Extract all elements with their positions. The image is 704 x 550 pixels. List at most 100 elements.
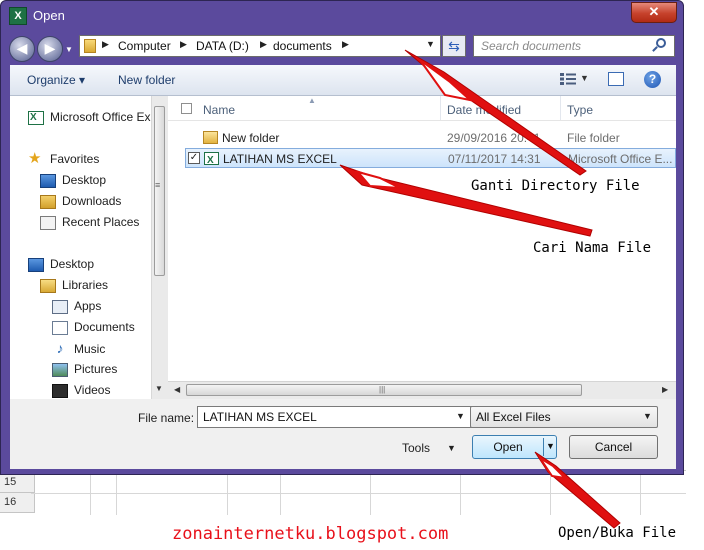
- search-icon-handle: [652, 46, 658, 52]
- annotation-open-file: Open/Buka File: [558, 525, 677, 541]
- videos-icon: [52, 383, 68, 398]
- breadcrumb-arrow-icon[interactable]: ▶: [342, 39, 349, 50]
- row-checkbox[interactable]: ✓: [188, 152, 200, 164]
- file-row[interactable]: New folder 29/09/2016 20:41 File folder: [185, 128, 676, 148]
- nav-item-favorites[interactable]: ★ Favorites: [28, 149, 99, 169]
- nav-item-label: Desktop: [50, 257, 95, 271]
- pictures-icon: [52, 362, 68, 377]
- tools-button[interactable]: Tools: [402, 441, 430, 455]
- nav-item-documents[interactable]: Documents: [52, 317, 135, 337]
- column-divider[interactable]: [440, 96, 441, 120]
- nav-item-label: Favorites: [50, 152, 100, 166]
- breadcrumb-computer[interactable]: Computer: [118, 39, 171, 53]
- nav-item-pictures[interactable]: Pictures: [52, 359, 117, 379]
- search-input[interactable]: Search documents: [473, 35, 675, 57]
- row-header-16[interactable]: 16: [0, 493, 35, 513]
- file-name: LATIHAN MS EXCEL: [223, 152, 337, 166]
- open-button[interactable]: Open ▼: [472, 435, 557, 459]
- nav-item-music[interactable]: ♪ Music: [52, 338, 106, 358]
- nav-pane-scrollbar[interactable]: ≡ ▼: [151, 96, 168, 399]
- cancel-button[interactable]: Cancel: [569, 435, 658, 459]
- preview-pane-icon[interactable]: [608, 72, 624, 86]
- excel-icon: [28, 110, 44, 125]
- breadcrumb-arrow-icon[interactable]: ▶: [102, 39, 109, 50]
- nav-item-libraries[interactable]: Libraries: [40, 275, 108, 295]
- nav-item-recent-places[interactable]: Recent Places: [40, 212, 139, 232]
- open-split-divider: [543, 438, 544, 456]
- excel-app-icon: X: [9, 7, 27, 25]
- column-name[interactable]: Name: [203, 103, 235, 117]
- sort-arrow-icon: ▲: [308, 96, 316, 105]
- open-options-dropdown-icon[interactable]: ▼: [546, 441, 555, 451]
- file-row-selected[interactable]: ✓ LATIHAN MS EXCEL 07/11/2017 14:31 Micr…: [185, 148, 676, 171]
- nav-item-label: Videos: [74, 383, 111, 397]
- file-type-filter-select[interactable]: All Excel Files ▼: [470, 406, 658, 428]
- nav-item-desktop-root[interactable]: Desktop: [28, 254, 94, 274]
- excel-sheet-grid: 15 16: [0, 470, 686, 515]
- column-type[interactable]: Type: [567, 103, 593, 117]
- close-button[interactable]: ✕: [631, 2, 677, 23]
- nav-item-apps[interactable]: Apps: [52, 296, 101, 316]
- help-icon[interactable]: ?: [644, 71, 661, 88]
- organize-button[interactable]: Organize ▾: [27, 73, 85, 87]
- new-folder-button[interactable]: New folder: [118, 73, 175, 87]
- nav-item-desktop[interactable]: Desktop: [40, 170, 106, 190]
- hscroll-thumb[interactable]: |||: [186, 384, 582, 396]
- nav-item-downloads[interactable]: Downloads: [40, 191, 121, 211]
- music-icon: ♪: [56, 340, 64, 356]
- views-dropdown-icon[interactable]: ▼: [580, 73, 589, 83]
- row-header-15[interactable]: 15: [0, 473, 35, 493]
- scroll-left-arrow-icon[interactable]: ◀: [174, 385, 180, 394]
- file-list-hscrollbar[interactable]: ◀ ||| ▶: [168, 381, 676, 399]
- filter-dropdown-icon[interactable]: ▼: [643, 411, 652, 421]
- select-all-checkbox[interactable]: [181, 103, 192, 114]
- excel-file-icon: [204, 151, 219, 171]
- nav-item-label: Recent Places: [62, 215, 140, 229]
- address-dropdown-icon[interactable]: ▼: [426, 39, 435, 49]
- file-type-filter-value: All Excel Files: [476, 410, 551, 424]
- breadcrumb-documents[interactable]: documents: [273, 39, 332, 53]
- title-bar[interactable]: X Open ✕: [1, 1, 685, 31]
- scroll-right-arrow-icon[interactable]: ▶: [662, 385, 668, 394]
- dialog-title: Open: [33, 8, 65, 23]
- folder-icon: [84, 39, 96, 53]
- libraries-icon: [40, 278, 56, 293]
- nav-item-label: Documents: [74, 320, 135, 334]
- star-icon: ★: [28, 150, 42, 167]
- nav-item-label: Desktop: [62, 173, 107, 187]
- breadcrumb-arrow-icon[interactable]: ▶: [260, 39, 267, 50]
- tools-dropdown-icon[interactable]: ▼: [447, 443, 456, 453]
- nav-scroll-thumb[interactable]: [154, 106, 165, 276]
- nav-item-label: Music: [74, 342, 106, 356]
- nav-item-videos[interactable]: Videos: [52, 380, 110, 399]
- grid-line: [31, 493, 686, 494]
- file-date: 07/11/2017 14:31: [448, 152, 541, 166]
- nav-item-label: Pictures: [74, 362, 118, 376]
- address-bar[interactable]: ▶ Computer ▶ DATA (D:) ▶ documents ▶ ▼: [79, 35, 441, 57]
- scroll-grip-icon: |||: [379, 385, 386, 394]
- recent-places-icon: [40, 215, 56, 230]
- watermark-text: zonainternetku.blogspot.com: [172, 524, 449, 544]
- nav-item-microsoft-office-excel[interactable]: Microsoft Office Ex: [28, 107, 150, 127]
- breadcrumb-drive[interactable]: DATA (D:): [196, 39, 249, 53]
- change-view-icon[interactable]: [560, 73, 576, 85]
- back-arrow-icon[interactable]: ◀: [9, 36, 35, 62]
- column-divider[interactable]: [560, 96, 561, 120]
- toolbar: Organize ▾ New folder ▼ ?: [10, 65, 676, 96]
- column-date-modified[interactable]: Date modified: [447, 103, 521, 117]
- file-name-value: LATIHAN MS EXCEL: [203, 410, 317, 424]
- refresh-icon[interactable]: ⇆: [442, 35, 466, 57]
- file-name-dropdown-icon[interactable]: ▼: [456, 411, 465, 421]
- dialog-content: Organize ▾ New folder ▼ ? Microsoft Offi…: [10, 65, 676, 469]
- breadcrumb-arrow-icon[interactable]: ▶: [180, 39, 187, 50]
- annotation-change-directory: Ganti Directory File: [471, 178, 640, 194]
- recent-locations-dropdown-icon[interactable]: ▼: [65, 45, 73, 54]
- desktop-icon: [40, 173, 56, 188]
- open-button-label: Open: [493, 440, 523, 454]
- forward-arrow-icon[interactable]: ▶: [37, 36, 63, 62]
- column-header: ▲ Name Date modified Type: [168, 96, 676, 121]
- apps-icon: [52, 299, 68, 314]
- scroll-down-arrow-icon[interactable]: ▼: [155, 384, 163, 393]
- file-name-input[interactable]: LATIHAN MS EXCEL ▼: [197, 406, 472, 428]
- file-type: Microsoft Office E...: [568, 152, 673, 166]
